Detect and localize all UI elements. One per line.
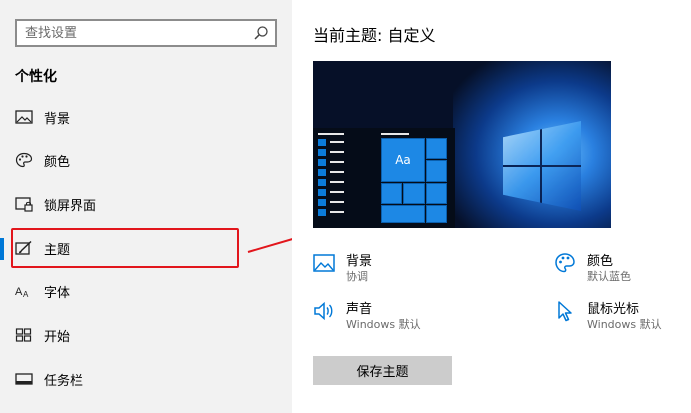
sidebar-item-label: 任务栏 (44, 373, 84, 389)
start-menu-preview: Aa (313, 128, 455, 228)
sidebar-item-label: 字体 (44, 285, 71, 301)
palette-icon (555, 253, 575, 273)
setting-sound[interactable]: 声音 Windows 默认 (313, 298, 513, 334)
lock-screen-icon (15, 197, 33, 212)
svg-text:A: A (23, 290, 29, 299)
theme-panel: 当前主题: 自定义 Aa 背景 协调 颜色 默认蓝色 声音 Windows 默认… (292, 0, 691, 413)
sidebar-item-label: 颜色 (44, 154, 71, 170)
menu-square (318, 179, 326, 186)
sidebar-item-label: 主题 (44, 242, 71, 258)
current-theme-title: 当前主题: 自定义 (313, 26, 436, 45)
menu-square (318, 209, 326, 216)
search-box[interactable] (15, 19, 277, 47)
image-icon (15, 110, 33, 124)
taskbar-icon (15, 373, 33, 385)
menu-square (318, 149, 326, 156)
setting-background[interactable]: 背景 协调 (313, 250, 513, 286)
tile-aa: Aa (381, 138, 425, 182)
menu-line (330, 151, 344, 153)
tile (426, 160, 447, 182)
image-icon (313, 254, 335, 272)
sidebar-item-lock-screen[interactable]: 锁屏界面 (0, 184, 292, 224)
menu-line (330, 161, 344, 163)
start-grid-icon (15, 328, 32, 342)
setting-value: 默认蓝色 (587, 270, 631, 283)
sidebar-item-label: 开始 (44, 329, 71, 345)
tile (381, 183, 402, 204)
setting-title: 声音 (346, 302, 373, 317)
tile (403, 183, 425, 204)
svg-text:A: A (15, 286, 23, 298)
sidebar-item-label: 背景 (44, 111, 71, 127)
menu-square (318, 159, 326, 166)
tile (426, 183, 447, 204)
sidebar-item-label: 锁屏界面 (44, 198, 97, 214)
tiles-header-line (381, 133, 409, 135)
menu-square (318, 189, 326, 196)
setting-title: 颜色 (587, 254, 614, 269)
font-icon: A A (15, 286, 29, 299)
setting-title: 鼠标光标 (587, 302, 640, 317)
menu-line (330, 171, 344, 173)
menu-line (318, 133, 344, 135)
palette-icon (15, 152, 33, 168)
sidebar-item-font[interactable]: A A 字体 (0, 271, 292, 311)
setting-value: 协调 (346, 270, 368, 283)
menu-square (318, 199, 326, 206)
theme-preview: Aa (313, 61, 611, 228)
setting-value: Windows 默认 (346, 318, 421, 331)
sidebar-item-taskbar[interactable]: 任务栏 (0, 359, 292, 399)
menu-square (318, 139, 326, 146)
settings-sidebar: 个性化 背景 颜色 锁屏界面 主题 (0, 0, 292, 413)
setting-color[interactable]: 颜色 默认蓝色 (554, 250, 684, 286)
sidebar-item-start[interactable]: 开始 (0, 315, 292, 355)
speaker-icon (314, 301, 333, 321)
tile (381, 205, 425, 223)
menu-line (330, 191, 344, 193)
tile (426, 138, 447, 159)
cursor-icon (558, 301, 572, 322)
setting-title: 背景 (346, 254, 373, 269)
menu-square (318, 169, 326, 176)
theme-brush-icon (15, 240, 32, 255)
save-theme-button[interactable]: 保存主题 (313, 356, 452, 385)
section-title: 个性化 (15, 69, 57, 85)
tile (426, 205, 447, 223)
active-indicator (0, 238, 4, 260)
menu-line (330, 201, 344, 203)
menu-line (330, 211, 344, 213)
menu-line (330, 141, 344, 143)
sidebar-item-background[interactable]: 背景 (0, 97, 292, 137)
setting-cursor[interactable]: 鼠标光标 Windows 默认 (554, 298, 684, 334)
menu-line (330, 181, 344, 183)
setting-value: Windows 默认 (587, 318, 662, 331)
sidebar-item-color[interactable]: 颜色 (0, 140, 292, 180)
search-input[interactable] (17, 21, 247, 45)
search-icon[interactable] (253, 25, 269, 41)
